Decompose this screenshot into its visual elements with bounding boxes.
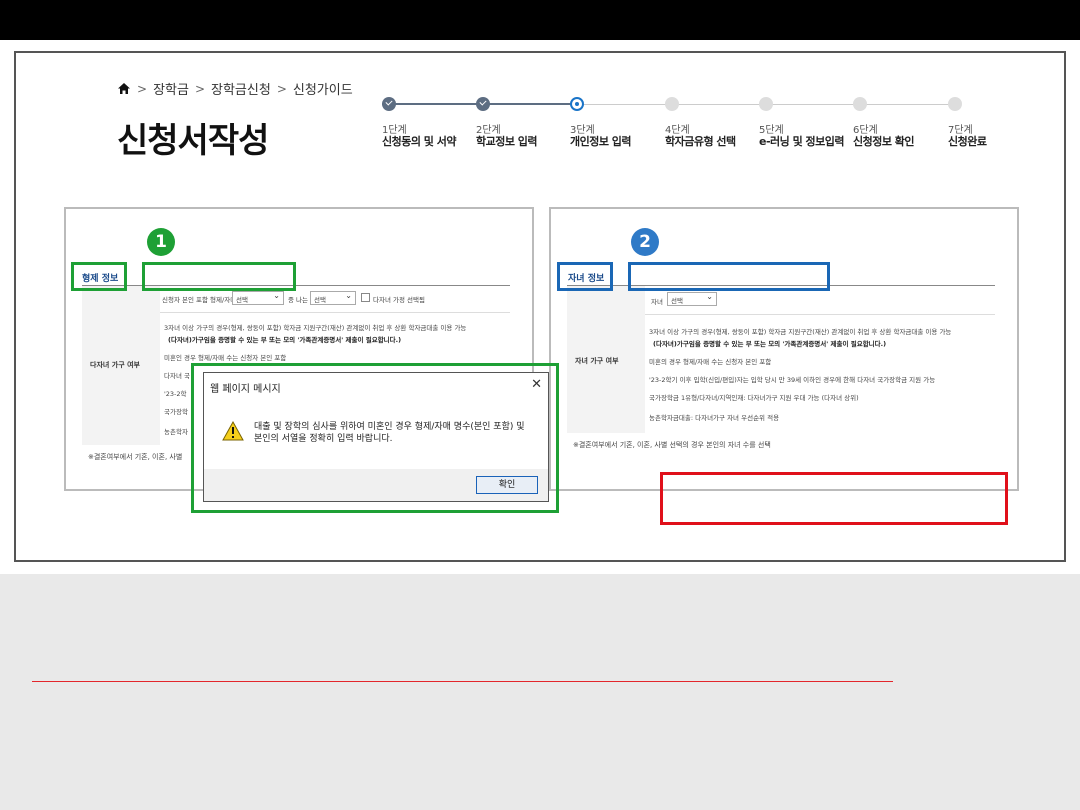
child-info-panel: 자녀 가구 여부 자녀 선택 3자녀 이상 가구의 경우(형제, 쌍둥이 포함)… <box>549 207 1019 491</box>
step-name: 학자금유형 선택 <box>665 135 736 148</box>
step-badge-1: 1 <box>147 228 175 256</box>
step-name: 신청완료 <box>948 135 987 148</box>
multi-child-checkbox[interactable] <box>361 293 370 302</box>
web-page-message-dialog: 웹 페이지 메시지 ✕ 대출 및 장학의 심사를 위하여 미혼인 경우 형제/자… <box>203 372 549 502</box>
note-item: '23-2학기 이후 입학(신입/편입)자는 입학 당시 만 39세 이하인 경… <box>649 376 936 384</box>
sibling-label-highlight <box>71 262 127 291</box>
child-label-highlight <box>557 262 613 291</box>
step-name: 신청정보 확인 <box>853 135 915 148</box>
sibling-count-select[interactable]: 선택 <box>232 291 284 305</box>
note-item: 미혼인 경우 형제/자매 수는 신청자 본인 포함 <box>164 354 287 362</box>
dialog-footer: 확인 <box>204 469 548 501</box>
ok-button[interactable]: 확인 <box>476 476 538 494</box>
step-name: e-러닝 및 정보입력 <box>759 135 845 148</box>
rank-label: 중 나는 <box>288 296 309 304</box>
page-title: 신청서작성 <box>117 121 269 161</box>
breadcrumb-item-guide[interactable]: 신청가이드 <box>293 79 353 98</box>
home-icon[interactable] <box>117 82 131 95</box>
child-count-select[interactable]: 선택 <box>667 292 717 306</box>
step-check-icon <box>476 97 490 111</box>
breadcrumb-item-scholarship[interactable]: 장학금 <box>153 79 189 98</box>
chevron-right-icon: > <box>276 81 287 96</box>
divider <box>645 314 995 315</box>
chevron-right-icon: > <box>137 81 148 96</box>
checkbox-label: 다자녀 가정 선택됨 <box>373 296 425 304</box>
dialog-body: 대출 및 장학의 심사를 위하여 미혼인 경우 형제/자매 명수(본인 포함) … <box>204 399 548 469</box>
multi-child-label: 다자녀 가구 여부 <box>90 361 140 369</box>
note-item: 농촌학자 <box>164 428 188 436</box>
note-item: 3자녀 이상 가구의 경우(형제, 쌍둥이 포함) 학자금 지원구간(재산) 관… <box>649 328 952 336</box>
footnote: ※결혼여부에서 기혼, 이혼, 사별 선택의 경우 본인의 자녀 수를 선택 <box>573 441 771 449</box>
divider <box>160 312 510 313</box>
red-underline <box>32 681 893 682</box>
top-black-bar <box>0 0 1080 40</box>
step-dot-icon <box>759 97 773 111</box>
note-item: 국가장학금 1유형/다자녀/지역인재: 다자녀가구 지원 우대 가능 (다자녀 … <box>649 394 859 402</box>
step-progress: 1단계 신청동의 및 서약 2단계 학교정보 입력 3단계 개인정보 입력 4단… <box>356 95 996 155</box>
note-item: 다자녀 국 <box>164 372 190 380</box>
step-name: 신청동의 및 서약 <box>382 135 457 148</box>
breadcrumb-item-application[interactable]: 장학금신청 <box>211 79 271 98</box>
step-current-icon <box>570 97 584 111</box>
step-name: 학교정보 입력 <box>476 135 538 148</box>
sibling-rank-select[interactable]: 선택 <box>310 291 356 305</box>
warning-icon <box>222 421 244 441</box>
child-header-highlight <box>628 262 830 291</box>
step-badge-2: 2 <box>631 228 659 256</box>
note-item: 3자녀 이상 가구의 경우(형제, 쌍둥이 포함) 학자금 지원구간(재산) 관… <box>164 324 467 332</box>
child-count-label: 자녀 <box>651 298 663 306</box>
select-value: 선택 <box>671 297 683 305</box>
note-item: (다자녀)가구임을 증명할 수 있는 부 또는 모의 '가족관계증명서' 제출이… <box>653 340 887 348</box>
notes-area <box>0 574 1080 810</box>
footnote: ※결혼여부에서 기혼, 이혼, 사별 <box>88 453 183 461</box>
sibling-header-highlight <box>142 262 296 291</box>
red-highlight-box <box>660 472 1008 525</box>
step-dot-icon <box>948 97 962 111</box>
child-household-label: 자녀 가구 여부 <box>575 357 619 365</box>
note-item: (다자녀)가구임을 증명할 수 있는 부 또는 모의 '가족관계증명서' 제출이… <box>168 336 402 344</box>
step-dot-icon <box>853 97 867 111</box>
chevron-right-icon: > <box>194 81 206 96</box>
close-icon[interactable]: ✕ <box>531 377 542 392</box>
step-name: 개인정보 입력 <box>570 135 632 148</box>
select-value: 선택 <box>314 296 326 304</box>
note-item: 국가장학 <box>164 408 188 416</box>
note-item: 농촌학자금대출: 다자녀가구 자녀 우선순위 적용 <box>649 414 780 422</box>
step-check-icon <box>382 97 396 111</box>
note-item: '23-2학 <box>164 390 187 398</box>
child-form-table: 자녀 가구 여부 자녀 선택 3자녀 이상 가구의 경우(형제, 쌍둥이 포함)… <box>567 285 995 433</box>
dialog-message: 대출 및 장학의 심사를 위하여 미혼인 경우 형제/자매 명수(본인 포함) … <box>254 422 525 444</box>
dialog-title-bar: 웹 페이지 메시지 <box>204 373 548 399</box>
dialog-title: 웹 페이지 메시지 <box>210 384 281 395</box>
sibling-count-label: 신청자 본인 포함 형제/자매 <box>162 296 237 304</box>
select-value: 선택 <box>236 296 248 304</box>
step-dot-icon <box>665 97 679 111</box>
row-label-cell: 다자녀 가구 여부 <box>82 286 160 445</box>
breadcrumb: > 장학금 > 장학금신청 > 신청가이드 <box>117 79 353 98</box>
row-label-cell: 자녀 가구 여부 <box>567 286 645 433</box>
screenshot-frame: > 장학금 > 장학금신청 > 신청가이드 신청서작성 1단계 신청동의 및 서… <box>14 51 1066 562</box>
note-item: 미혼의 경우 형제/자매 수는 신청자 본인 포함 <box>649 358 772 366</box>
